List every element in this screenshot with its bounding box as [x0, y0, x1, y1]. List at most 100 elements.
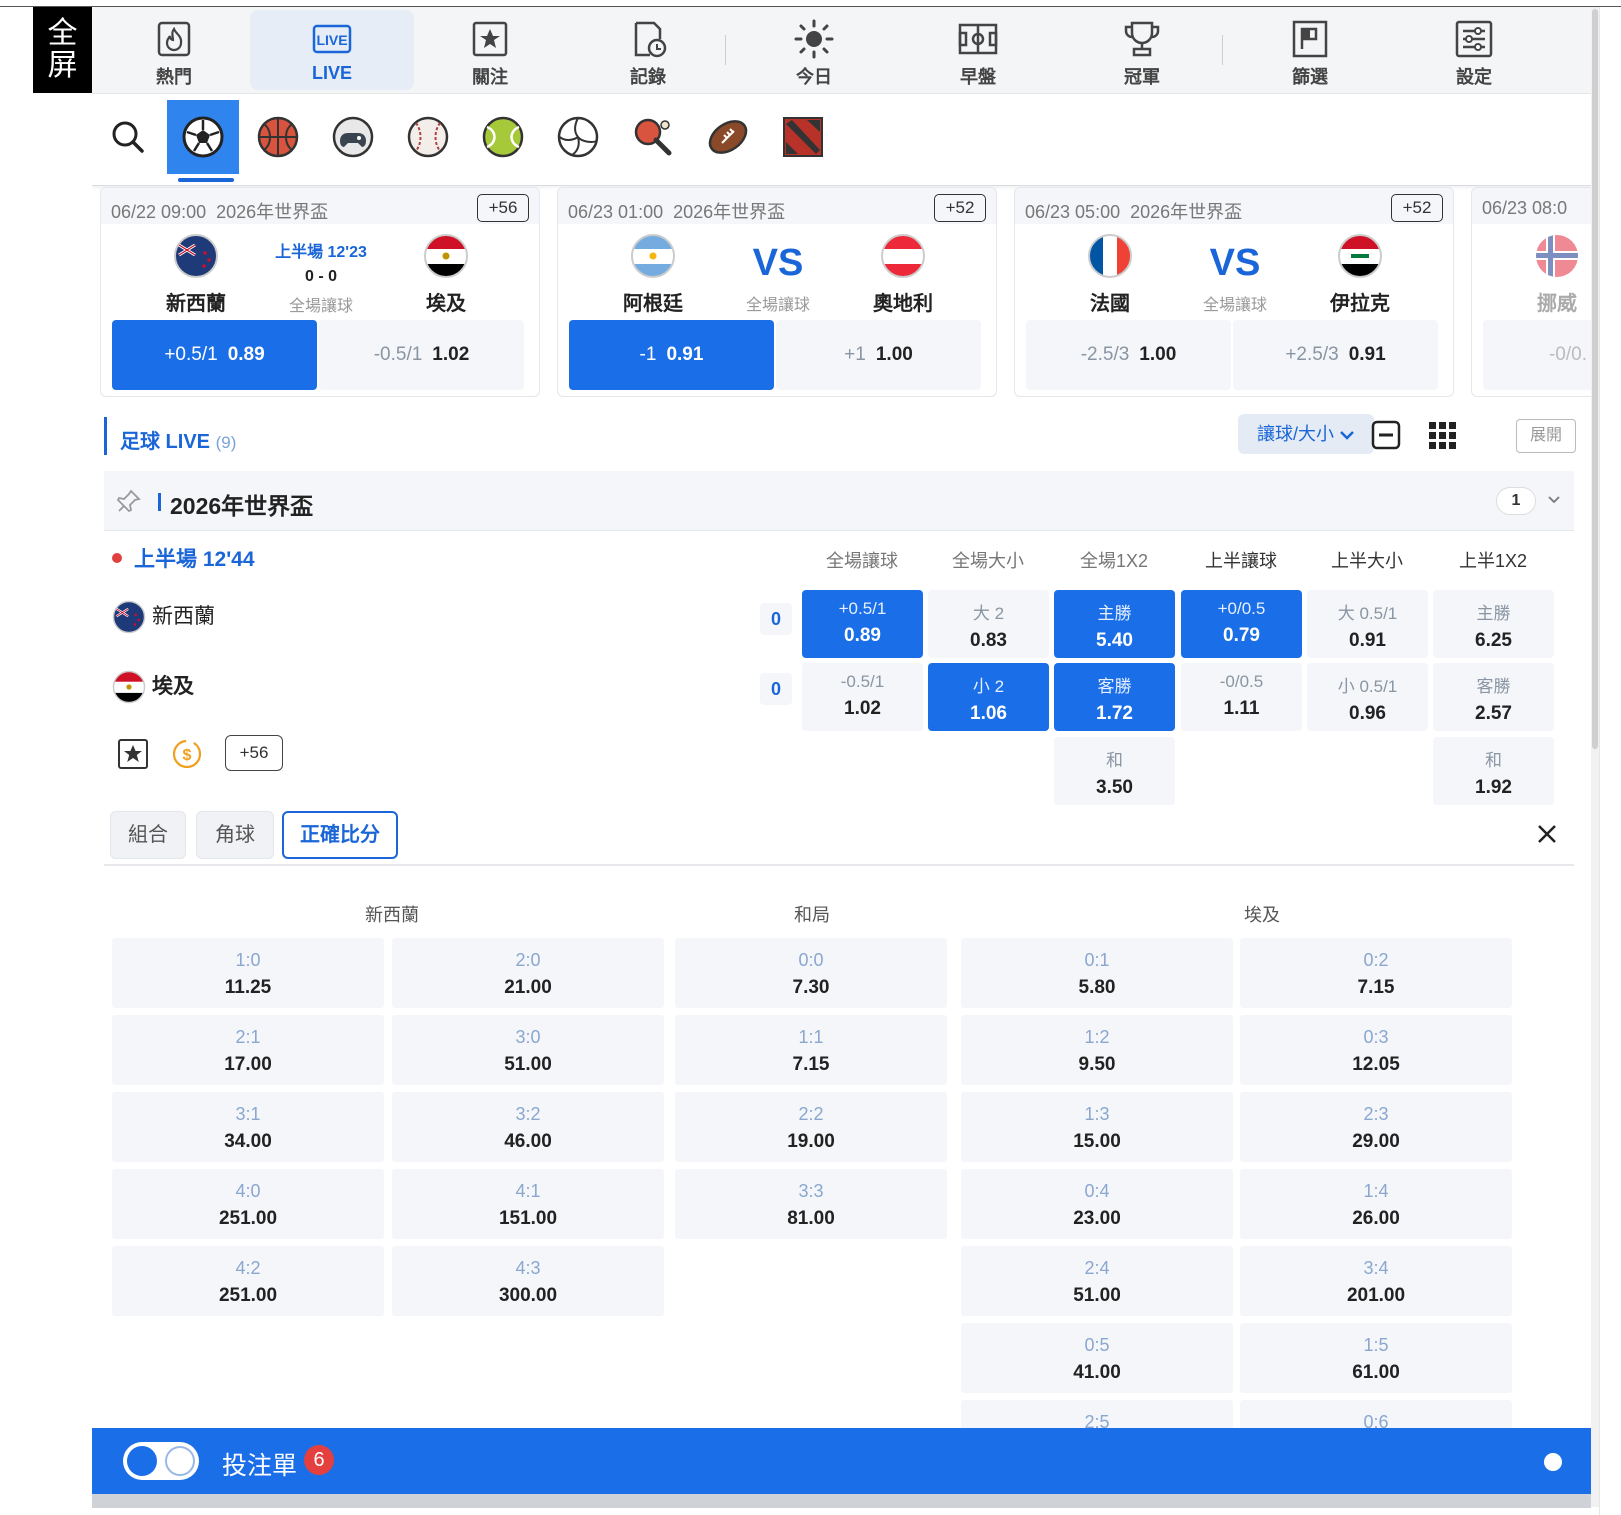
correct-score-cell[interactable]: 2:3 29.00 [1240, 1092, 1512, 1162]
odds-button[interactable]: +2.5/3 0.91 [1233, 320, 1438, 390]
odds-handicap: +0.5/1 [164, 344, 218, 365]
section-title: 足球 LIVE [120, 431, 211, 453]
odds-cell[interactable]: 大 0.5/1 0.91 [1307, 590, 1428, 658]
league-header[interactable]: 2026年世界盃 1 [104, 471, 1574, 531]
cashout-icon[interactable]: $ [170, 737, 204, 771]
sport-tennis[interactable] [467, 100, 539, 174]
correct-score-cell[interactable]: 3:4 201.00 [1240, 1246, 1512, 1316]
match-card[interactable]: 06/22 09:00 2026年世界盃 +56 新西蘭 上半場 12'23 0… [100, 187, 540, 397]
odds-cell[interactable]: 主勝 6.25 [1433, 590, 1554, 658]
nav-history[interactable]: 記錄 [566, 10, 730, 90]
nav-follow[interactable]: 關注 [408, 10, 572, 90]
scrollbar[interactable] [1591, 7, 1599, 1507]
correct-score-cell[interactable]: 0:0 7.30 [675, 938, 947, 1008]
odds-cell[interactable]: -0.5/1 1.02 [802, 663, 923, 731]
nav-early[interactable]: 早盤 [896, 10, 1060, 90]
scrollbar-thumb[interactable] [1592, 9, 1598, 749]
odds-cell[interactable]: 小 2 1.06 [928, 663, 1049, 731]
correct-score-cell[interactable]: 3:3 81.00 [675, 1169, 947, 1239]
collapse-all-icon[interactable] [1370, 419, 1402, 451]
correct-score-cell[interactable]: 3:0 51.00 [392, 1015, 664, 1085]
sport-esports[interactable] [317, 100, 389, 174]
correct-score-cell[interactable]: 1:0 11.25 [112, 938, 384, 1008]
odds-button[interactable]: -1 0.91 [569, 320, 774, 390]
sport-volleyball[interactable] [542, 100, 614, 174]
odds-button[interactable]: -0/0. [1483, 320, 1591, 390]
bet-slip-bar[interactable]: 投注單 6 [92, 1428, 1591, 1494]
correct-score-cell[interactable]: 3:2 46.00 [392, 1092, 664, 1162]
column-header: 上半1X2 [1458, 551, 1528, 571]
sport-baseball[interactable] [392, 100, 464, 174]
odds-button[interactable]: -0.5/1 1.02 [319, 320, 524, 390]
match-card[interactable]: 06/23 05:00 2026年世界盃 +52 法國 VS 全場讓球 伊拉克 … [1014, 187, 1454, 397]
correct-score-cell[interactable]: 1:1 7.15 [675, 1015, 947, 1085]
quick-bet-toggle[interactable] [123, 1442, 199, 1480]
chevron-up-icon[interactable] [1544, 1453, 1562, 1471]
sport-dota[interactable] [767, 100, 839, 174]
odds-button[interactable]: +1 1.00 [776, 320, 981, 390]
correct-score-cell[interactable]: 2:2 19.00 [675, 1092, 947, 1162]
correct-score-cell[interactable]: 4:0 251.00 [112, 1169, 384, 1239]
odds-cell[interactable]: 客勝 1.72 [1054, 663, 1175, 731]
nav-champion[interactable]: 冠軍 [1060, 10, 1224, 90]
odds-cell[interactable]: 和 1.92 [1433, 737, 1554, 805]
match-card[interactable]: 06/23 01:00 2026年世界盃 +52 阿根廷 VS 全場讓球 奧地利… [557, 187, 997, 397]
sport-american-football[interactable] [692, 100, 764, 174]
score-odds: 81.00 [787, 1208, 835, 1229]
market-type-dropdown[interactable]: 讓球/大小 [1238, 414, 1374, 454]
tab-correct-score[interactable]: 正確比分 [282, 811, 398, 859]
nav-filter[interactable]: 篩選 [1228, 10, 1392, 90]
correct-score-cell[interactable]: 4:2 251.00 [112, 1246, 384, 1316]
sport-basketball[interactable] [242, 100, 314, 174]
nav-settings[interactable]: 設定 [1392, 10, 1556, 90]
correct-score-cell[interactable]: 1:3 15.00 [961, 1092, 1233, 1162]
trophy-icon [1124, 21, 1160, 57]
correct-score-cell[interactable]: 1:5 61.00 [1240, 1323, 1512, 1393]
odds-cell[interactable]: -0/0.5 1.11 [1181, 663, 1302, 731]
match-card[interactable]: 06/23 08:0 挪威 -0/0. [1471, 187, 1591, 397]
correct-score-cell[interactable]: 0:3 12.05 [1240, 1015, 1512, 1085]
sport-search[interactable] [92, 100, 164, 174]
more-markets-button[interactable]: +52 [1391, 194, 1443, 222]
nav-hot[interactable]: 熱門 [92, 10, 256, 90]
correct-score-cell[interactable]: 4:1 151.00 [392, 1169, 664, 1239]
nav-today[interactable]: 今日 [732, 10, 896, 90]
more-markets-button[interactable]: +52 [934, 194, 986, 222]
nav-live[interactable]: LIVE LIVE [250, 10, 414, 90]
odds-cell[interactable]: +0.5/1 0.89 [802, 590, 923, 658]
correct-score-cell[interactable]: 2:1 17.00 [112, 1015, 384, 1085]
odds-cell[interactable]: 和 3.50 [1054, 737, 1175, 805]
more-markets-button[interactable]: +56 [225, 735, 283, 771]
correct-score-cell[interactable]: 0:2 7.15 [1240, 938, 1512, 1008]
correct-score-cell[interactable]: 0:4 23.00 [961, 1169, 1233, 1239]
chevron-down-icon[interactable] [1546, 491, 1562, 507]
close-icon[interactable] [1532, 819, 1562, 849]
more-markets-button[interactable]: +56 [477, 194, 529, 222]
grid-view-icon[interactable] [1426, 419, 1458, 451]
odds-cell[interactable]: 主勝 5.40 [1054, 590, 1175, 658]
odds-button[interactable]: -2.5/3 1.00 [1026, 320, 1231, 390]
correct-score-cell[interactable]: 0:5 41.00 [961, 1323, 1233, 1393]
sport-table-tennis[interactable] [617, 100, 689, 174]
tab-corners[interactable]: 角球 [196, 811, 274, 859]
correct-score-cell[interactable]: 1:2 9.50 [961, 1015, 1233, 1085]
correct-score-cell[interactable]: 4:3 300.00 [392, 1246, 664, 1316]
correct-score-cell[interactable]: 0:1 5.80 [961, 938, 1233, 1008]
match-league: 2026年世界盃 [216, 202, 329, 222]
favorite-star-icon[interactable] [116, 737, 150, 771]
expand-button[interactable]: 展開 [1516, 419, 1576, 453]
fullscreen-button[interactable]: 全屏 [33, 7, 92, 93]
odds-button[interactable]: +0.5/1 0.89 [112, 320, 317, 390]
pin-icon[interactable] [116, 488, 142, 514]
odds-cell[interactable]: 大 2 0.83 [928, 590, 1049, 658]
odds-cell[interactable]: 客勝 2.57 [1433, 663, 1554, 731]
odds-cell[interactable]: 小 0.5/1 0.96 [1307, 663, 1428, 731]
correct-score-cell[interactable]: 2:4 51.00 [961, 1246, 1233, 1316]
odds-cell[interactable]: +0/0.5 0.79 [1181, 590, 1302, 658]
correct-score-cell[interactable]: 2:0 21.00 [392, 938, 664, 1008]
sport-soccer[interactable] [167, 100, 239, 174]
tab-combo[interactable]: 組合 [110, 811, 186, 859]
correct-score-cell[interactable]: 3:1 34.00 [112, 1092, 384, 1162]
history-icon [634, 21, 667, 58]
correct-score-cell[interactable]: 1:4 26.00 [1240, 1169, 1512, 1239]
